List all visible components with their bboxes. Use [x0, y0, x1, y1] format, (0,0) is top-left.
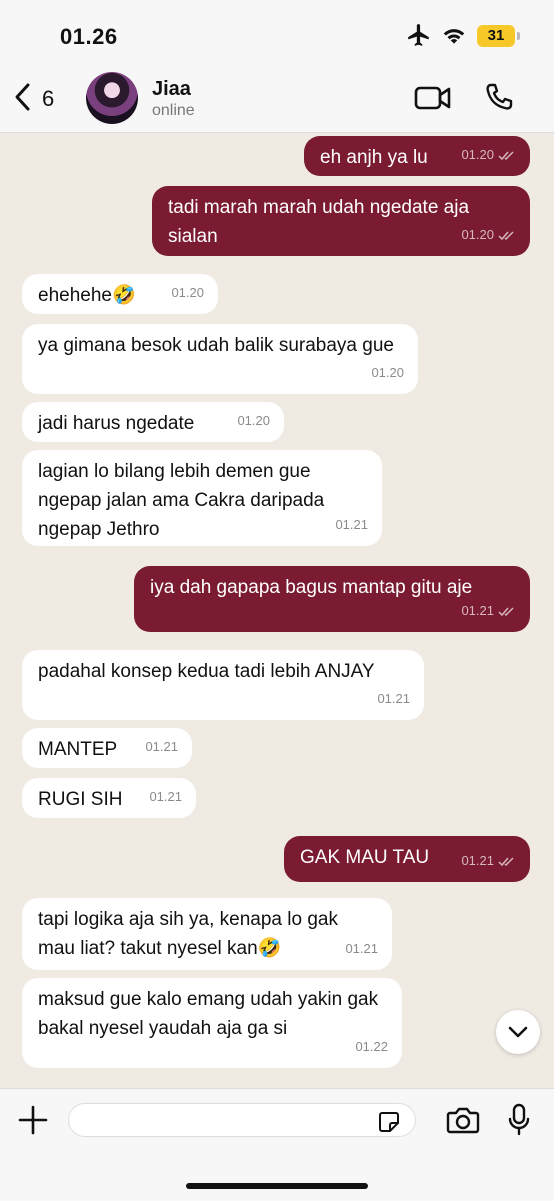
message-outgoing[interactable]: GAK MAU TAU 01.21: [284, 836, 530, 882]
message-incoming[interactable]: maksud gue kalo emang udah yakin gak bak…: [22, 978, 402, 1068]
status-bar: 01.26 31: [0, 0, 554, 70]
message-text: iya dah gapapa bagus mantap gitu aje: [150, 577, 473, 598]
contact-name[interactable]: Jiaa: [152, 78, 191, 101]
message-time: 01.21: [145, 739, 178, 754]
read-ticks-icon: [498, 151, 514, 160]
message-text: tadi marah marah udah ngedate aja sialan: [168, 197, 470, 247]
message-incoming[interactable]: ehehehe🤣 01.20: [22, 274, 218, 314]
message-time: 01.20: [371, 365, 404, 380]
message-time: 01.20: [171, 285, 204, 300]
message-time: 01.22: [355, 1039, 388, 1054]
message-outgoing[interactable]: iya dah gapapa bagus mantap gitu aje 01.…: [134, 566, 530, 632]
message-time: 01.21: [461, 603, 494, 618]
message-time: 01.21: [149, 789, 182, 804]
scroll-to-bottom-button[interactable]: [496, 1010, 540, 1054]
message-outgoing[interactable]: eh anjh ya lu 01.20: [304, 136, 530, 176]
airplane-icon: [408, 24, 429, 46]
message-incoming[interactable]: padahal konsep kedua tadi lebih ANJAY 01…: [22, 650, 424, 720]
message-time: 01.20: [461, 147, 494, 162]
home-indicator: [186, 1183, 368, 1189]
message-text: ya gimana besok udah balik surabaya gue: [38, 335, 394, 356]
message-text: RUGI SIH: [38, 789, 123, 810]
plus-icon[interactable]: [18, 1105, 48, 1135]
contact-presence: online: [152, 102, 195, 119]
back-unread-count[interactable]: 6: [42, 86, 54, 112]
avatar[interactable]: [86, 72, 138, 124]
wifi-icon: [443, 29, 465, 44]
message-text: GAK MAU TAU: [300, 847, 430, 868]
microphone-icon[interactable]: [508, 1103, 530, 1137]
message-incoming[interactable]: lagian lo bilang lebih demen gue ngepap …: [22, 450, 382, 546]
message-text: eh anjh ya lu: [320, 147, 428, 168]
message-incoming[interactable]: jadi harus ngedate 01.20: [22, 402, 284, 442]
message-time: 01.20: [237, 413, 270, 428]
message-incoming[interactable]: RUGI SIH 01.21: [22, 778, 196, 818]
message-time: 01.20: [461, 227, 494, 242]
back-chevron-icon[interactable]: [12, 82, 34, 112]
message-text: tapi logika aja sih ya, kenapa lo gak ma…: [38, 909, 338, 959]
message-incoming[interactable]: MANTEP 01.21: [22, 728, 192, 768]
message-time: 01.21: [345, 941, 378, 956]
message-incoming[interactable]: ya gimana besok udah balik surabaya gue …: [22, 324, 418, 394]
message-time: 01.21: [335, 517, 368, 532]
message-text: MANTEP: [38, 739, 118, 760]
chat-header: 6 Jiaa online: [0, 70, 554, 133]
chevron-down-icon: [508, 1026, 528, 1038]
message-text: ehehehe🤣: [38, 285, 136, 306]
status-time: 01.26: [60, 24, 118, 49]
message-text: padahal konsep kedua tadi lebih ANJAY: [38, 661, 375, 682]
message-text: maksud gue kalo emang udah yakin gak bak…: [38, 989, 379, 1039]
camera-icon[interactable]: [446, 1106, 480, 1134]
message-incoming[interactable]: tapi logika aja sih ya, kenapa lo gak ma…: [22, 898, 392, 970]
message-text: lagian lo bilang lebih demen gue ngepap …: [38, 461, 325, 540]
video-call-icon[interactable]: [414, 84, 452, 112]
message-outgoing[interactable]: tadi marah marah udah ngedate aja sialan…: [152, 186, 530, 256]
message-input[interactable]: [68, 1103, 416, 1137]
phone-call-icon[interactable]: [484, 82, 514, 112]
read-ticks-icon: [498, 231, 514, 240]
message-time: 01.21: [377, 691, 410, 706]
message-time: 01.21: [461, 853, 494, 868]
sticker-icon[interactable]: [378, 1111, 400, 1133]
read-ticks-icon: [498, 857, 514, 866]
read-ticks-icon: [498, 607, 514, 616]
message-text: jadi harus ngedate: [38, 413, 195, 434]
composer-bar: [0, 1088, 554, 1201]
battery-icon: 31: [477, 25, 520, 47]
message-list[interactable]: eh anjh ya lu 01.20 tadi marah marah uda…: [0, 132, 554, 1088]
